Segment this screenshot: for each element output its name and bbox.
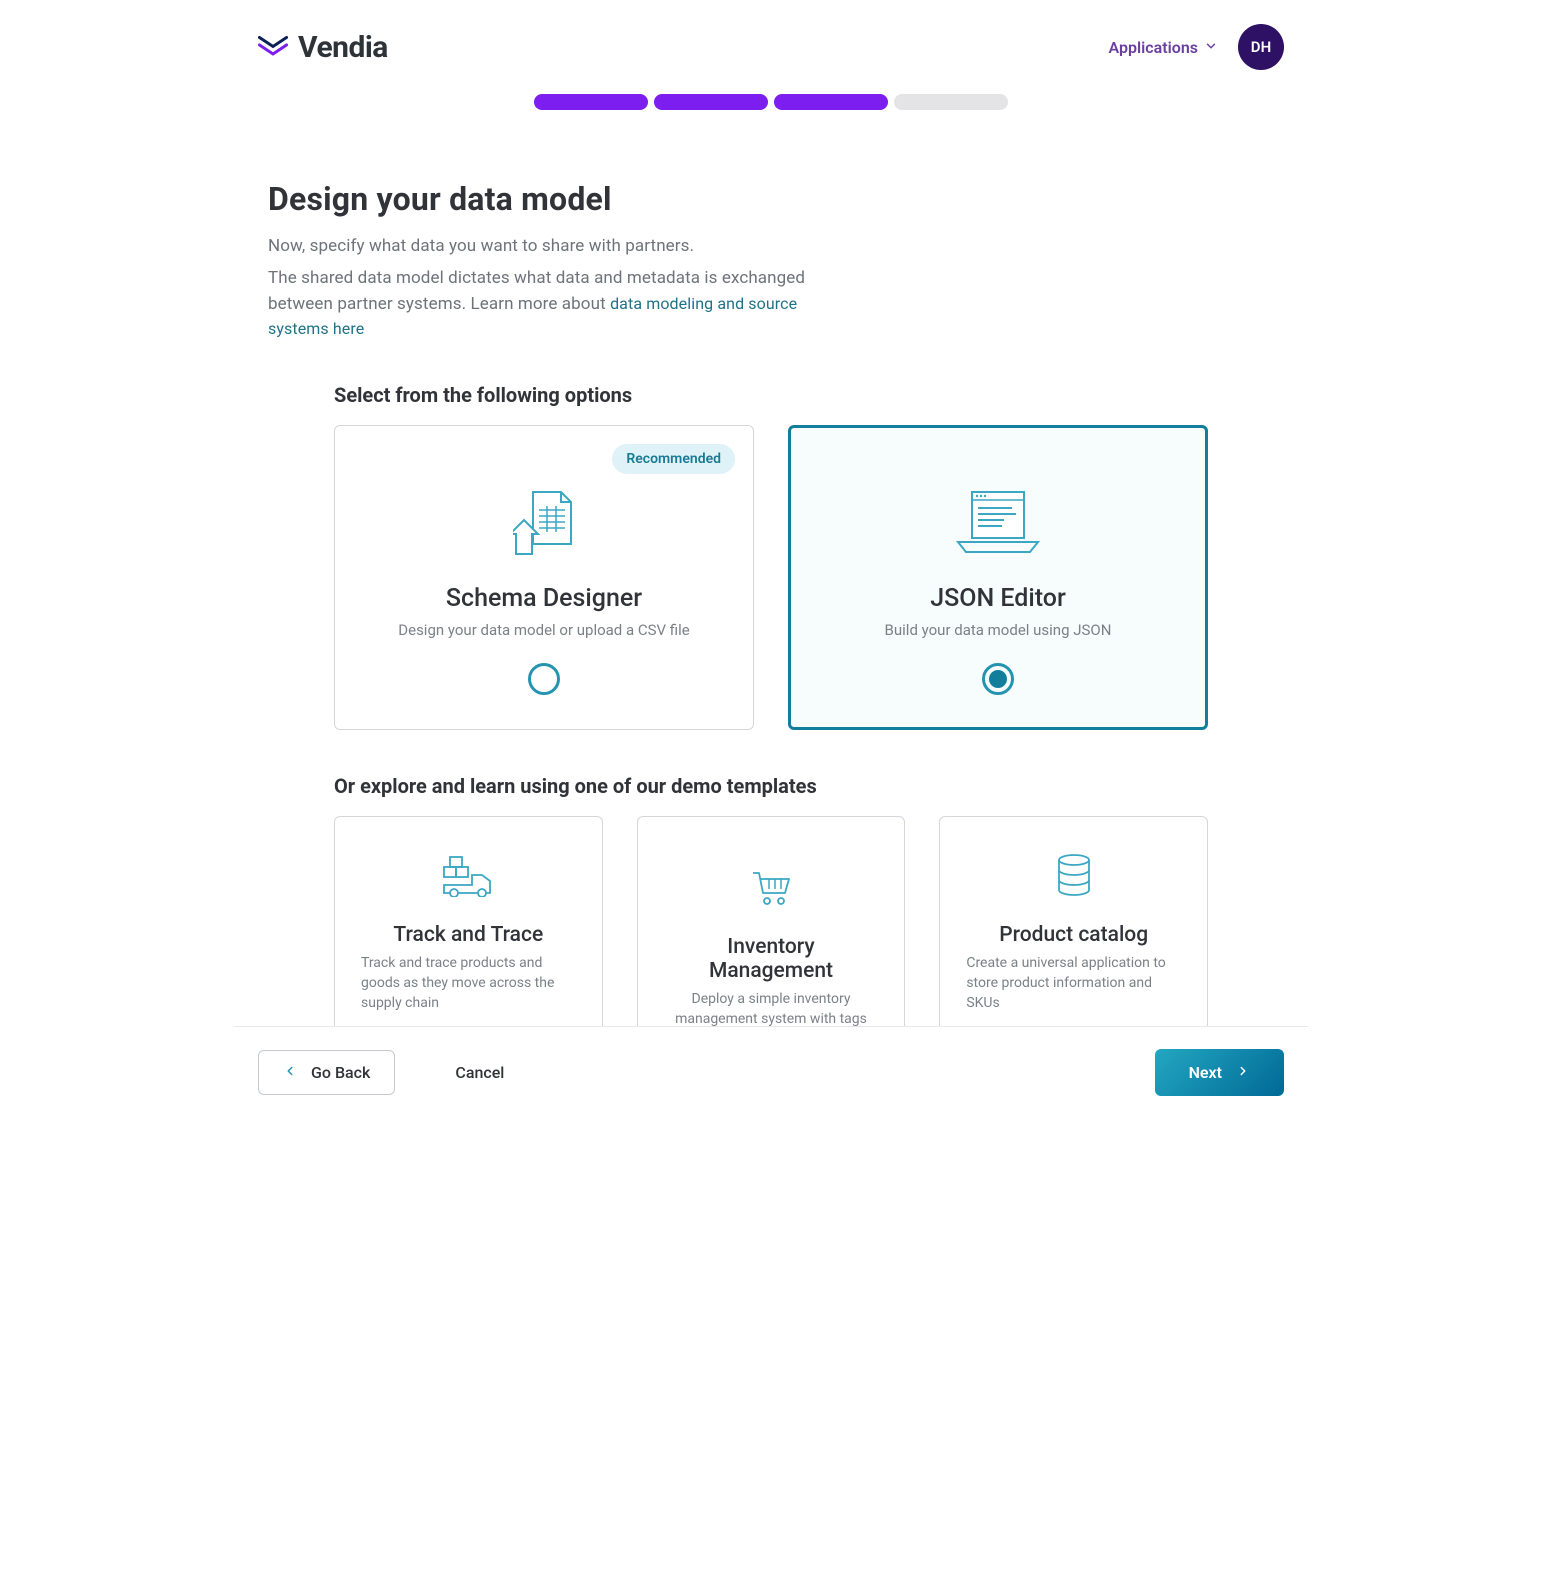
chevron-left-icon: [283, 1063, 297, 1082]
applications-dropdown-label: Applications: [1109, 38, 1198, 57]
option-card-title: JSON Editor: [930, 584, 1066, 613]
next-button[interactable]: Next: [1155, 1049, 1284, 1096]
footer-bar: Go Back Cancel Next: [234, 1026, 1308, 1120]
page-subtitle-2: The shared data model dictates what data…: [268, 266, 848, 343]
templates-section-title: Or explore and learn using one of our de…: [334, 774, 1208, 798]
page-title: Design your data model: [268, 180, 1274, 218]
avatar[interactable]: DH: [1238, 24, 1284, 70]
template-card-title: Product catalog: [999, 923, 1148, 947]
chevron-right-icon: [1236, 1063, 1250, 1082]
option-card-desc: Design your data model or upload a CSV f…: [398, 621, 689, 639]
next-label: Next: [1189, 1063, 1222, 1082]
progress-steps: [234, 94, 1308, 120]
header-right: Applications DH: [1109, 24, 1284, 70]
template-card-desc: Create a universal application to store …: [966, 953, 1181, 1014]
option-card-schema-designer[interactable]: Recommended Schema Designer: [334, 425, 754, 730]
template-card-title: Inventory Management: [664, 935, 879, 983]
progress-step-1: [534, 94, 648, 110]
go-back-label: Go Back: [311, 1063, 370, 1082]
options-section-title: Select from the following options: [334, 383, 1208, 407]
file-upload-icon: [513, 488, 575, 556]
cancel-button[interactable]: Cancel: [455, 1063, 504, 1082]
option-card-json-editor[interactable]: JSON Editor Build your data model using …: [788, 425, 1208, 730]
progress-step-4: [894, 94, 1008, 110]
option-card-title: Schema Designer: [446, 584, 642, 613]
recommended-badge: Recommended: [612, 444, 735, 474]
template-card-desc: Track and trace products and goods as th…: [361, 953, 576, 1014]
template-card-title: Track and Trace: [393, 923, 543, 947]
applications-dropdown[interactable]: Applications: [1109, 38, 1218, 57]
code-editor-icon: [954, 488, 1042, 556]
shopping-cart-icon: [751, 865, 791, 911]
progress-step-2: [654, 94, 768, 110]
brand-logo-icon: [258, 33, 288, 61]
page-subtitle-1: Now, specify what data you want to share…: [268, 236, 1274, 256]
chevron-down-icon: [1204, 38, 1218, 57]
database-icon: [1057, 853, 1091, 899]
option-card-desc: Build your data model using JSON: [885, 621, 1112, 639]
brand-name: Vendia: [298, 30, 388, 65]
brand-logo[interactable]: Vendia: [258, 30, 388, 65]
app-header: Vendia Applications DH: [234, 0, 1308, 94]
go-back-button[interactable]: Go Back: [258, 1050, 395, 1095]
radio-unchecked-icon[interactable]: [528, 663, 560, 695]
radio-checked-icon[interactable]: [982, 663, 1014, 695]
truck-icon: [442, 853, 494, 899]
progress-step-3: [774, 94, 888, 110]
template-card-desc: Deploy a simple inventory management sys…: [664, 989, 879, 1030]
